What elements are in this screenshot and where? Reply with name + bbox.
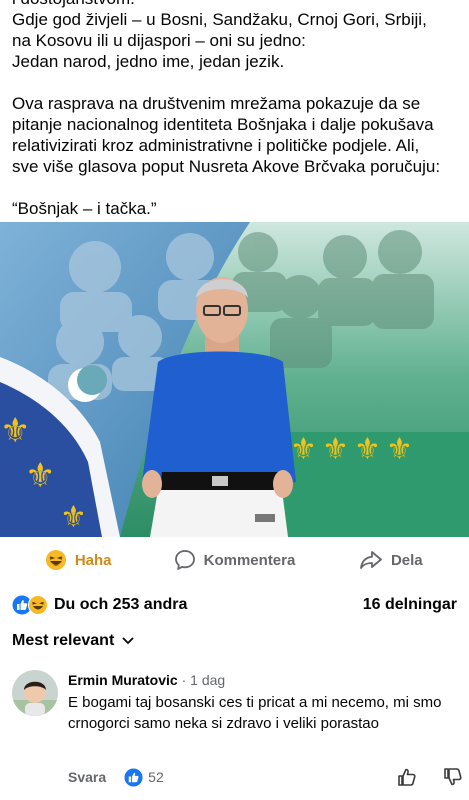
- child-avatar-photo: [12, 670, 58, 716]
- comment-label: Kommentera: [203, 551, 296, 569]
- post-line: pitanje nacionalnog identiteta Bošnjaka …: [12, 115, 434, 134]
- comment-sort-dropdown[interactable]: Mest relevant: [12, 632, 134, 650]
- comment-body: Ermin Muratovic · 1 dag E bogami taj bos…: [68, 670, 463, 734]
- comment-likes[interactable]: 52: [124, 767, 164, 787]
- reactions-summary: Du och 253 andra 16 delningar: [12, 592, 457, 618]
- comment-like-count: 52: [148, 769, 164, 785]
- svg-text:⚜: ⚜: [386, 432, 413, 467]
- haha-label: Haha: [74, 551, 112, 569]
- post-line: Jedan narod, jedno ime, jedan jezik.: [12, 52, 285, 71]
- comment-time[interactable]: 1 dag: [190, 672, 225, 688]
- comment-icon: [174, 550, 195, 570]
- comment-separator: ·: [177, 672, 191, 688]
- post-line: Gdje god živjeli – u Bosni, Sandžaku, Cr…: [12, 10, 427, 29]
- sort-label: Mest relevant: [12, 632, 115, 649]
- comment-footer: Svara 52: [68, 767, 463, 787]
- post-image[interactable]: ⚜ ⚜ ⚜ ⚜ ⚜ ⚜ ⚜: [0, 222, 469, 537]
- svg-text:⚜: ⚜: [25, 456, 55, 496]
- haha-reaction-button[interactable]: Haha: [0, 540, 156, 580]
- reply-button[interactable]: Svara: [68, 769, 106, 785]
- thumbs-down-icon[interactable]: [443, 767, 463, 787]
- post-line: na Kosovu ili u dijaspori – oni su jedno…: [12, 31, 306, 50]
- comment-author[interactable]: Ermin Muratovic: [68, 672, 178, 688]
- svg-text:⚜: ⚜: [322, 432, 349, 467]
- share-label: Dela: [390, 551, 423, 569]
- comment-button[interactable]: Kommentera: [156, 540, 312, 580]
- reaction-icons: [12, 595, 48, 615]
- post-line: relativizirati kroz administrativne i po…: [12, 136, 420, 155]
- post-action-bar: Haha Kommentera Dela: [0, 540, 469, 580]
- haha-icon: [45, 550, 66, 570]
- thumbs-up-icon[interactable]: [397, 767, 417, 787]
- like-icon: [124, 767, 143, 787]
- post-quote: “Bošnjak – i tačka.”: [12, 199, 157, 218]
- share-icon: [360, 551, 382, 569]
- share-button[interactable]: Dela: [313, 540, 469, 580]
- comment-vote-buttons: [397, 767, 463, 787]
- reactions-text: Du och 253 andra: [54, 596, 188, 613]
- post-line: Ova rasprava na društvenim mrežama pokaz…: [12, 94, 421, 113]
- svg-text:⚜: ⚜: [60, 500, 87, 535]
- svg-text:⚜: ⚜: [290, 432, 317, 467]
- shares-count[interactable]: 16 delningar: [363, 596, 457, 614]
- haha-small-icon: [28, 595, 48, 615]
- post-text: i dostojanstvom. Gdje god živjeli – u Bo…: [12, 0, 462, 219]
- svg-text:⚜: ⚜: [354, 432, 381, 467]
- svg-text:⚜: ⚜: [0, 411, 30, 451]
- comment-text: E bogami taj bosanski ces ti pricat a mi…: [68, 694, 442, 732]
- cut-off-line: i dostojanstvom.: [12, 0, 462, 9]
- comment-header: Ermin Muratovic · 1 dag: [68, 670, 463, 690]
- chevron-down-icon: [122, 637, 134, 645]
- post-line: sve više glasova poput Nusreta Akove Brč…: [12, 157, 441, 176]
- reactions-count[interactable]: Du och 253 andra: [12, 595, 187, 615]
- post-image-illustration: ⚜ ⚜ ⚜ ⚜ ⚜ ⚜ ⚜: [0, 222, 469, 537]
- avatar[interactable]: [12, 670, 58, 716]
